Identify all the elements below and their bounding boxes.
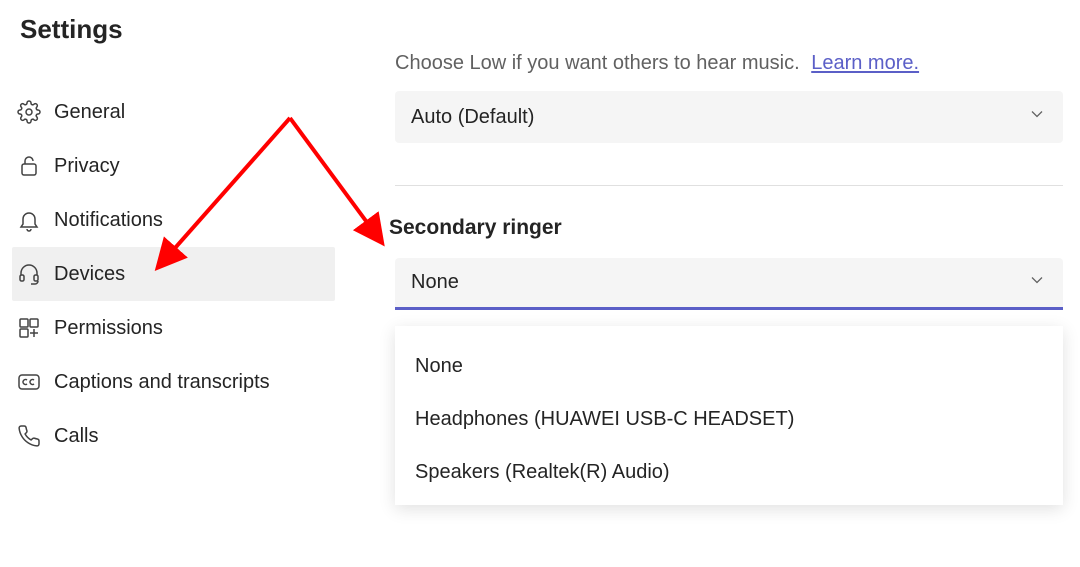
sidebar-item-label: Permissions xyxy=(54,317,163,340)
sidebar-item-calls[interactable]: Calls xyxy=(12,409,335,463)
sidebar-item-label: Privacy xyxy=(54,155,120,178)
sidebar-item-general[interactable]: General xyxy=(12,85,335,139)
section-divider xyxy=(395,185,1063,186)
lock-icon xyxy=(16,153,42,179)
chevron-down-icon xyxy=(1027,104,1047,130)
noise-suppression-select[interactable]: Auto (Default) xyxy=(395,91,1063,143)
chevron-down-icon xyxy=(1027,270,1047,296)
sidebar-item-notifications[interactable]: Notifications xyxy=(12,193,335,247)
sidebar-item-privacy[interactable]: Privacy xyxy=(12,139,335,193)
phone-icon xyxy=(16,423,42,449)
select-value: None xyxy=(411,271,459,294)
sidebar-item-devices[interactable]: Devices xyxy=(12,247,335,301)
learn-more-link[interactable]: Learn more. xyxy=(811,52,919,74)
settings-nav: General Privacy Notifications Devices xyxy=(12,63,335,463)
settings-main: Choose Low if you want others to hear mu… xyxy=(335,0,1080,567)
secondary-ringer-dropdown: None Headphones (HUAWEI USB-C HEADSET) S… xyxy=(395,326,1063,505)
dropdown-option[interactable]: None xyxy=(395,340,1063,393)
helper-text-row: Choose Low if you want others to hear mu… xyxy=(395,52,1070,75)
helper-text: Choose Low if you want others to hear mu… xyxy=(395,52,800,74)
sidebar-item-permissions[interactable]: Permissions xyxy=(12,301,335,355)
grid-icon xyxy=(16,315,42,341)
sidebar-item-label: Captions and transcripts xyxy=(54,371,270,394)
secondary-ringer-select[interactable]: None xyxy=(395,258,1063,310)
sidebar-item-captions[interactable]: Captions and transcripts xyxy=(12,355,335,409)
sidebar-item-label: Notifications xyxy=(54,209,163,232)
sidebar-item-label: Calls xyxy=(54,425,98,448)
dropdown-option[interactable]: Headphones (HUAWEI USB-C HEADSET) xyxy=(395,393,1063,446)
dropdown-option[interactable]: Speakers (Realtek(R) Audio) xyxy=(395,446,1063,499)
page-title: Settings xyxy=(12,10,335,63)
secondary-ringer-label: Secondary ringer xyxy=(389,216,1070,240)
headset-icon xyxy=(16,261,42,287)
cc-icon xyxy=(16,369,42,395)
sidebar-item-label: Devices xyxy=(54,263,125,286)
settings-sidebar: Settings General Privacy Notifications xyxy=(0,0,335,567)
sidebar-item-label: General xyxy=(54,101,125,124)
gear-icon xyxy=(16,99,42,125)
bell-icon xyxy=(16,207,42,233)
select-value: Auto (Default) xyxy=(411,106,534,129)
